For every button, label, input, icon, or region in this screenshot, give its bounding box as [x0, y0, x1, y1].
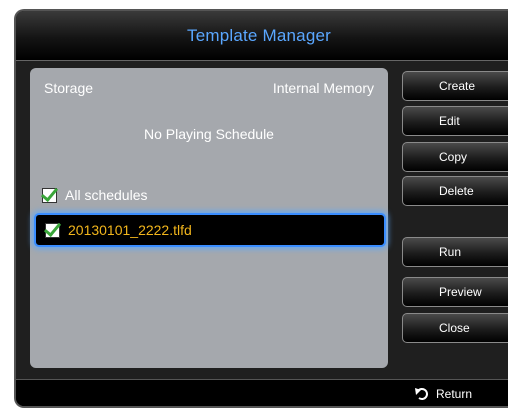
all-schedules-checkbox-row[interactable]: All schedules	[40, 183, 148, 206]
footer-bar: Return	[16, 379, 508, 406]
edit-button-label: Edit	[439, 114, 460, 128]
close-button[interactable]: Close	[402, 313, 508, 343]
storage-row: Storage Internal Memory	[44, 80, 374, 100]
return-label: Return	[436, 387, 473, 401]
checkmark-icon	[43, 218, 62, 237]
create-button[interactable]: Create	[402, 71, 508, 101]
playing-status: No Playing Schedule	[144, 126, 274, 142]
preview-button[interactable]: Preview	[402, 277, 508, 307]
run-button[interactable]: Run	[402, 237, 508, 267]
storage-value: Internal Memory	[272, 80, 374, 96]
checkmark-icon	[40, 183, 59, 202]
delete-button[interactable]: Delete	[402, 176, 508, 206]
copy-button-label: Copy	[439, 150, 468, 164]
template-manager-window: Template Manager Storage Internal Memory…	[14, 9, 508, 408]
content-area: Storage Internal Memory No Playing Sched…	[16, 61, 508, 379]
item-checkbox[interactable]	[43, 218, 62, 238]
run-button-label: Run	[439, 245, 462, 259]
edit-button[interactable]: Edit	[402, 106, 508, 136]
delete-button-label: Delete	[439, 184, 474, 198]
return-arrow-icon	[415, 388, 428, 400]
copy-button[interactable]: Copy	[402, 142, 508, 172]
close-button-label: Close	[439, 321, 470, 335]
preview-button-label: Preview	[439, 285, 482, 299]
return-button[interactable]: Return	[414, 387, 472, 401]
create-button-label: Create	[439, 79, 476, 93]
all-schedules-checkbox[interactable]	[40, 183, 59, 203]
all-schedules-label: All schedules	[65, 187, 148, 203]
item-filename: 20130101_2222.tlfd	[68, 222, 192, 238]
storage-label: Storage	[44, 80, 94, 96]
window-title: Template Manager	[187, 25, 331, 45]
title-bar: Template Manager	[16, 11, 508, 61]
schedule-list-panel: Storage Internal Memory No Playing Sched…	[30, 68, 388, 368]
list-item[interactable]: 20130101_2222.tlfd	[34, 213, 386, 247]
